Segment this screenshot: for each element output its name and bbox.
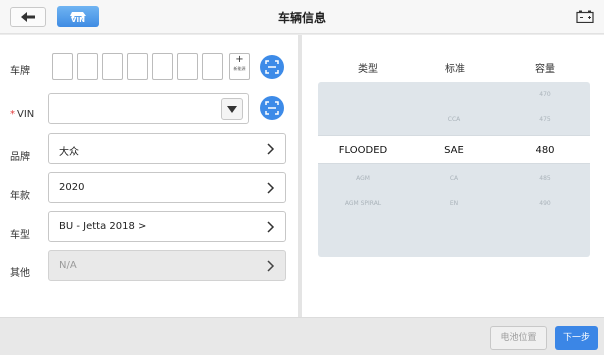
model-value: BU - Jetta 2018 > xyxy=(59,221,147,232)
new-energy-plate-box[interactable]: + 新能源 xyxy=(229,53,250,80)
other-label: 其他 xyxy=(10,268,30,279)
model-label: 车型 xyxy=(10,230,30,241)
scan-icon xyxy=(265,60,279,74)
plate-label: 车牌 xyxy=(10,66,30,77)
scan-icon xyxy=(265,101,279,115)
chevron-right-icon xyxy=(267,221,275,233)
header-bar: VIN 车辆信息 xyxy=(0,0,604,34)
picker-cell[interactable]: 470 xyxy=(500,91,590,98)
selected-type: FLOODED xyxy=(338,145,388,156)
year-select[interactable]: 2020 xyxy=(48,172,286,203)
plate-char-box[interactable] xyxy=(52,53,73,80)
column-header-standard: 标准 xyxy=(445,64,465,75)
picker-cell[interactable]: CCA xyxy=(409,116,499,123)
chevron-right-icon xyxy=(267,143,275,155)
vin-label-text: VIN xyxy=(17,109,35,120)
selected-capacity: 480 xyxy=(535,145,555,156)
battery-location-button[interactable]: 电池位置 xyxy=(490,326,547,350)
brand-value: 大众 xyxy=(59,147,79,158)
column-header-capacity: 容量 xyxy=(535,64,555,75)
column-header-type: 类型 xyxy=(358,64,378,75)
picker-cell[interactable]: CA xyxy=(409,175,499,182)
plate-char-box[interactable] xyxy=(127,53,148,80)
plate-char-box[interactable] xyxy=(102,53,123,80)
required-mark: * xyxy=(10,109,15,120)
picker-cell[interactable]: EN xyxy=(409,200,499,207)
battery-info-panel: 类型 标准 容量 470 CCA 475 FLOODED SAE 480 AGM… xyxy=(302,35,604,317)
vin-input[interactable] xyxy=(48,93,249,124)
battery-picker-wheel[interactable]: 470 CCA 475 FLOODED SAE 480 AGM CA 485 A… xyxy=(318,82,590,257)
plate-char-box[interactable] xyxy=(177,53,198,80)
picker-cell[interactable]: 490 xyxy=(500,200,590,207)
picker-cell[interactable]: 485 xyxy=(500,175,590,182)
other-value: N/A xyxy=(59,260,77,271)
footer-bar: 电池位置 下一步 xyxy=(0,317,604,355)
new-energy-label: 新能源 xyxy=(233,66,246,71)
page-title: 车辆信息 xyxy=(277,11,326,25)
picker-cell[interactable]: 475 xyxy=(500,116,590,123)
chevron-right-icon xyxy=(267,182,275,194)
plate-char-box[interactable] xyxy=(77,53,98,80)
other-select[interactable]: N/A xyxy=(48,250,286,281)
plate-char-box[interactable] xyxy=(152,53,173,80)
vehicle-form-panel: 车牌 + 新能源 * VIN 品牌 大众 年款 2020 车型 BU - Jet… xyxy=(0,35,298,317)
new-energy-plus: + xyxy=(235,54,244,65)
year-label: 年款 xyxy=(10,191,30,202)
plate-char-box[interactable] xyxy=(202,53,223,80)
model-select[interactable]: BU - Jetta 2018 > xyxy=(48,211,286,242)
year-value: 2020 xyxy=(59,182,85,193)
next-button[interactable]: 下一步 xyxy=(555,326,598,350)
vin-label: * VIN xyxy=(10,109,34,120)
chevron-right-icon xyxy=(267,260,275,272)
picker-cell[interactable]: AGM xyxy=(318,175,408,182)
brand-label: 品牌 xyxy=(10,152,30,163)
battery-icon[interactable] xyxy=(576,10,594,23)
vin-dropdown-button[interactable] xyxy=(221,98,243,120)
plate-scan-button[interactable] xyxy=(260,55,284,79)
selected-standard: SAE xyxy=(444,145,464,156)
dropdown-triangle-icon xyxy=(227,105,237,113)
vin-scan-button-round[interactable] xyxy=(260,96,284,120)
brand-select[interactable]: 大众 xyxy=(48,133,286,164)
picker-selected-row[interactable]: FLOODED SAE 480 xyxy=(318,135,590,164)
picker-cell[interactable]: AGM SPIRAL xyxy=(318,200,408,207)
